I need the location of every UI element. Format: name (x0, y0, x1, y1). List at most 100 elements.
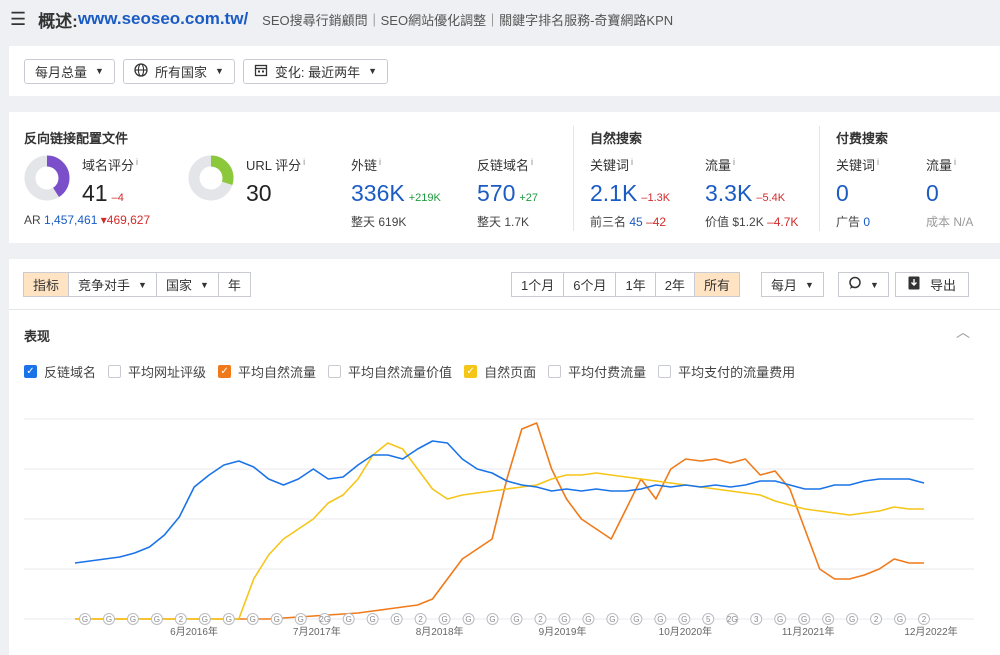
annotation-marker[interactable]: G (630, 613, 643, 625)
ref-domains-value[interactable]: 570 +27 (477, 180, 538, 207)
annotation-marker[interactable]: G (342, 613, 355, 625)
legend-item[interactable]: 平均网址评级 (108, 362, 206, 381)
legend-label: 平均付费流量 (568, 365, 647, 380)
x-tick-label: 8月2018年 (416, 625, 464, 638)
info-icon: i (136, 156, 139, 167)
annotation-marker[interactable]: G (606, 613, 619, 625)
annotation-marker[interactable]: 2 (174, 613, 187, 625)
annotation-marker[interactable]: G (246, 613, 259, 625)
paid-traffic-label[interactable]: 流量 i (926, 155, 956, 174)
series-line (75, 422, 924, 620)
ref-domains-all-time: 整天 1.7K (477, 215, 530, 229)
export-button[interactable]: 导出 (895, 272, 970, 297)
annotation-marker[interactable]: G (270, 613, 283, 625)
legend-item[interactable]: 平均付费流量 (548, 362, 646, 381)
checkbox-icon[interactable] (548, 365, 562, 378)
tab-year[interactable]: 年 (217, 272, 251, 297)
annotation-marker[interactable]: G (654, 613, 667, 625)
chevron-up-icon[interactable]: ︿ (956, 322, 970, 342)
legend-item[interactable]: 平均自然流量价值 (328, 362, 452, 381)
volume-dropdown[interactable]: 每月总量 ▼ (24, 58, 115, 84)
annotation-marker[interactable]: G (294, 613, 307, 625)
organic-keywords-label[interactable]: 关键词 i (590, 155, 633, 174)
tab-countries[interactable]: 国家 ▼ (155, 272, 219, 297)
annotation-marker[interactable]: 2G (318, 613, 331, 625)
legend-item[interactable]: ✓ 自然页面 (464, 362, 536, 381)
annotation-button[interactable]: ▼ (838, 272, 889, 297)
annotation-marker[interactable]: 2 (414, 613, 427, 625)
organic-traffic-label[interactable]: 流量 i (705, 155, 735, 174)
annotation-marker[interactable]: G (558, 613, 571, 625)
annotation-marker-label: G (801, 615, 807, 624)
annotation-marker[interactable]: G (894, 613, 907, 625)
range-1-month[interactable]: 1个月 (511, 272, 565, 297)
annotation-marker[interactable]: G (678, 613, 691, 625)
annotation-marker[interactable]: G (102, 613, 115, 625)
performance-panel: 指标 竞争对手 ▼ 国家 ▼ 年 1个月 6个月 1年 2年 所有 每月 ▼ ▼ 导出… (9, 259, 1000, 655)
annotation-marker[interactable]: 3 (750, 613, 763, 625)
annotation-marker-label: G (825, 615, 831, 624)
annotation-marker-label: G (849, 615, 855, 624)
paid-keywords-value[interactable]: 0 (836, 180, 849, 207)
annotation-marker[interactable]: G (390, 613, 403, 625)
annotation-marker[interactable]: G (462, 613, 475, 625)
checkbox-icon[interactable] (328, 365, 342, 378)
annotation-marker[interactable]: 2G (726, 613, 739, 625)
range-2-years[interactable]: 2年 (654, 272, 695, 297)
range-all[interactable]: 所有 (693, 272, 740, 297)
annotation-marker[interactable]: 5 (702, 613, 715, 625)
country-dropdown[interactable]: 所有国家 ▼ (122, 58, 235, 84)
organic-traffic-value-cost: 价值 $1.2K –4.7K (705, 215, 799, 229)
legend-item[interactable]: ✓ 平均自然流量 (218, 362, 316, 381)
legend-item[interactable]: ✓ 反链域名 (24, 362, 96, 381)
tab-metrics[interactable]: 指标 (23, 272, 70, 297)
annotation-marker[interactable]: G (486, 613, 499, 625)
url-rating-label[interactable]: URL 评分 i (246, 155, 305, 174)
outlinks-label[interactable]: 外链 i (351, 155, 381, 174)
range-6-months[interactable]: 6个月 (563, 272, 617, 297)
ref-domains-label[interactable]: 反链域名 i (477, 155, 533, 174)
tab-competitors[interactable]: 竞争对手 ▼ (68, 272, 157, 297)
annotation-marker[interactable]: G (222, 613, 235, 625)
annotation-marker[interactable]: G (822, 613, 835, 625)
annotation-marker-label: 5 (706, 615, 711, 624)
annotation-marker-label: G (370, 615, 376, 624)
legend-item[interactable]: 平均支付的流量费用 (658, 362, 795, 381)
annotation-marker-label: G (202, 615, 208, 624)
checkbox-checked-icon[interactable]: ✓ (464, 365, 478, 378)
annotation-marker[interactable]: 2 (918, 613, 930, 625)
annotation-marker[interactable]: G (366, 613, 379, 625)
hamburger-icon[interactable]: ☰ (10, 9, 26, 30)
annotation-marker[interactable]: G (582, 613, 595, 625)
annotation-marker[interactable]: G (774, 613, 787, 625)
annotation-marker[interactable]: G (438, 613, 451, 625)
annotation-marker[interactable]: G (798, 613, 811, 625)
organic-keywords-value[interactable]: 2.1K –1.3K (590, 180, 670, 207)
annotation-marker[interactable]: G (510, 613, 523, 625)
legend-label: 自然页面 (484, 365, 537, 380)
outlinks-value[interactable]: 336K +219K (351, 180, 441, 207)
annotation-marker[interactable]: G (79, 613, 91, 625)
annotation-marker[interactable]: G (126, 613, 139, 625)
volume-dropdown-label: 每月总量 (35, 64, 88, 80)
checkbox-checked-icon[interactable]: ✓ (218, 365, 232, 378)
change-dropdown[interactable]: 变化: 最近两年 ▼ (242, 58, 389, 84)
domain-rating-label[interactable]: 域名评分 i (82, 155, 138, 174)
annotation-marker[interactable]: G (150, 613, 163, 625)
paid-traffic-value[interactable]: 0 (926, 180, 939, 207)
range-1-year[interactable]: 1年 (615, 272, 656, 297)
x-tick-label: 9月2019年 (539, 625, 587, 638)
page-title-url[interactable]: www.seoseo.com.tw/ (78, 9, 248, 29)
change-dropdown-label: 变化: 最近两年 (274, 64, 361, 80)
annotation-marker[interactable]: G (198, 613, 211, 625)
paid-keywords-label[interactable]: 关键词 i (836, 155, 879, 174)
annotation-marker[interactable]: 2 (870, 613, 883, 625)
organic-traffic-value[interactable]: 3.3K –5.4K (705, 180, 785, 207)
checkbox-icon[interactable] (658, 365, 672, 378)
checkbox-icon[interactable] (108, 365, 122, 378)
checkbox-checked-icon[interactable]: ✓ (24, 365, 37, 378)
annotation-marker[interactable]: G (846, 613, 859, 625)
annotation-marker[interactable]: 2 (534, 613, 547, 625)
interval-dropdown[interactable]: 每月 ▼ (761, 272, 824, 297)
info-icon: i (954, 156, 957, 167)
